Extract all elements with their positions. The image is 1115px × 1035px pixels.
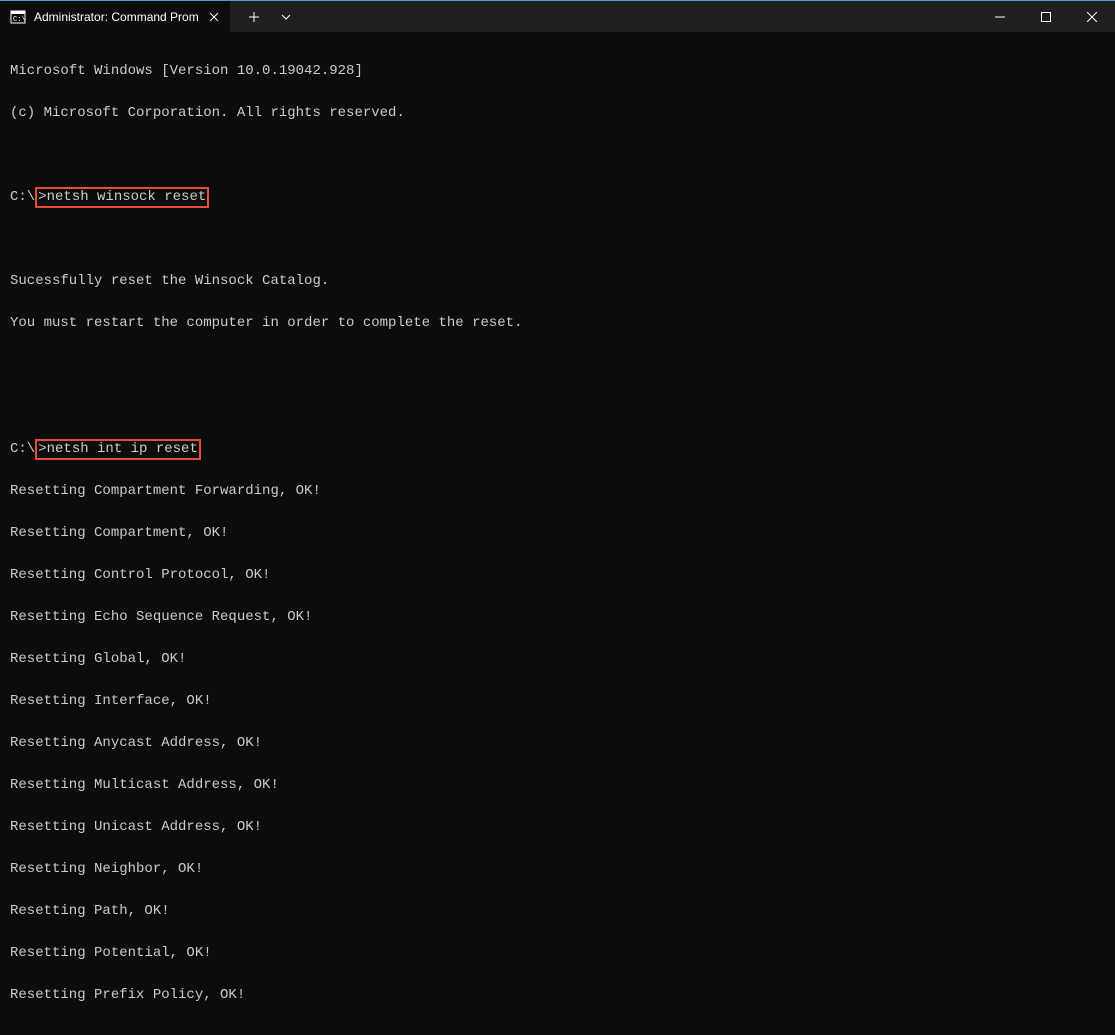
reset-output-line: Resetting Potential, OK! xyxy=(10,943,1105,964)
result-text: You must restart the computer in order t… xyxy=(10,313,1105,334)
maximize-button[interactable] xyxy=(1023,1,1069,33)
command-line-1: C:\>netsh winsock reset xyxy=(10,187,1105,208)
blank-line xyxy=(10,397,1105,418)
reset-output-line: Resetting Neighbor, OK! xyxy=(10,859,1105,880)
version-text: Microsoft Windows [Version 10.0.19042.92… xyxy=(10,61,1105,82)
reset-output-line: Resetting Anycast Address, OK! xyxy=(10,733,1105,754)
highlighted-command-2: >netsh int ip reset xyxy=(35,439,201,460)
prompt-text: C:\ xyxy=(10,441,35,457)
reset-output-line: Resetting Unicast Address, OK! xyxy=(10,817,1105,838)
minimize-button[interactable] xyxy=(977,1,1023,33)
tab-title: Administrator: Command Promp xyxy=(34,10,198,24)
tab-dropdown-button[interactable] xyxy=(270,1,302,33)
tab-actions xyxy=(230,1,302,33)
reset-output-line: Resetting Global, OK! xyxy=(10,649,1105,670)
reset-output-line: Resetting Prefix Policy, OK! xyxy=(10,985,1105,1006)
reset-output-line: Resetting Multicast Address, OK! xyxy=(10,775,1105,796)
highlighted-command-1: >netsh winsock reset xyxy=(35,187,209,208)
command-line-2: C:\>netsh int ip reset xyxy=(10,439,1105,460)
active-tab[interactable]: C:\ Administrator: Command Promp xyxy=(0,1,230,32)
reset-output-line: Resetting Control Protocol, OK! xyxy=(10,565,1105,586)
svg-text:C:\: C:\ xyxy=(13,16,26,24)
titlebar: C:\ Administrator: Command Promp xyxy=(0,0,1115,32)
reset-output-line: Resetting Path, OK! xyxy=(10,901,1105,922)
blank-line xyxy=(10,355,1105,376)
copyright-text: (c) Microsoft Corporation. All rights re… xyxy=(10,103,1105,124)
prompt-text: C:\ xyxy=(10,189,35,205)
new-tab-button[interactable] xyxy=(238,1,270,33)
close-button[interactable] xyxy=(1069,1,1115,33)
reset-output-line: Resetting Echo Sequence Request, OK! xyxy=(10,607,1105,628)
terminal-output[interactable]: Microsoft Windows [Version 10.0.19042.92… xyxy=(0,32,1115,1035)
reset-output-line: Resetting Interface, OK! xyxy=(10,691,1105,712)
result-text: Sucessfully reset the Winsock Catalog. xyxy=(10,271,1105,292)
cmd-icon: C:\ xyxy=(10,9,26,25)
reset-output-line: Resetting Compartment, OK! xyxy=(10,523,1105,544)
blank-line xyxy=(10,229,1105,250)
blank-line xyxy=(10,145,1105,166)
reset-output-line: Resetting Compartment Forwarding, OK! xyxy=(10,481,1105,502)
tab-close-button[interactable] xyxy=(206,9,222,25)
window-controls xyxy=(977,1,1115,33)
